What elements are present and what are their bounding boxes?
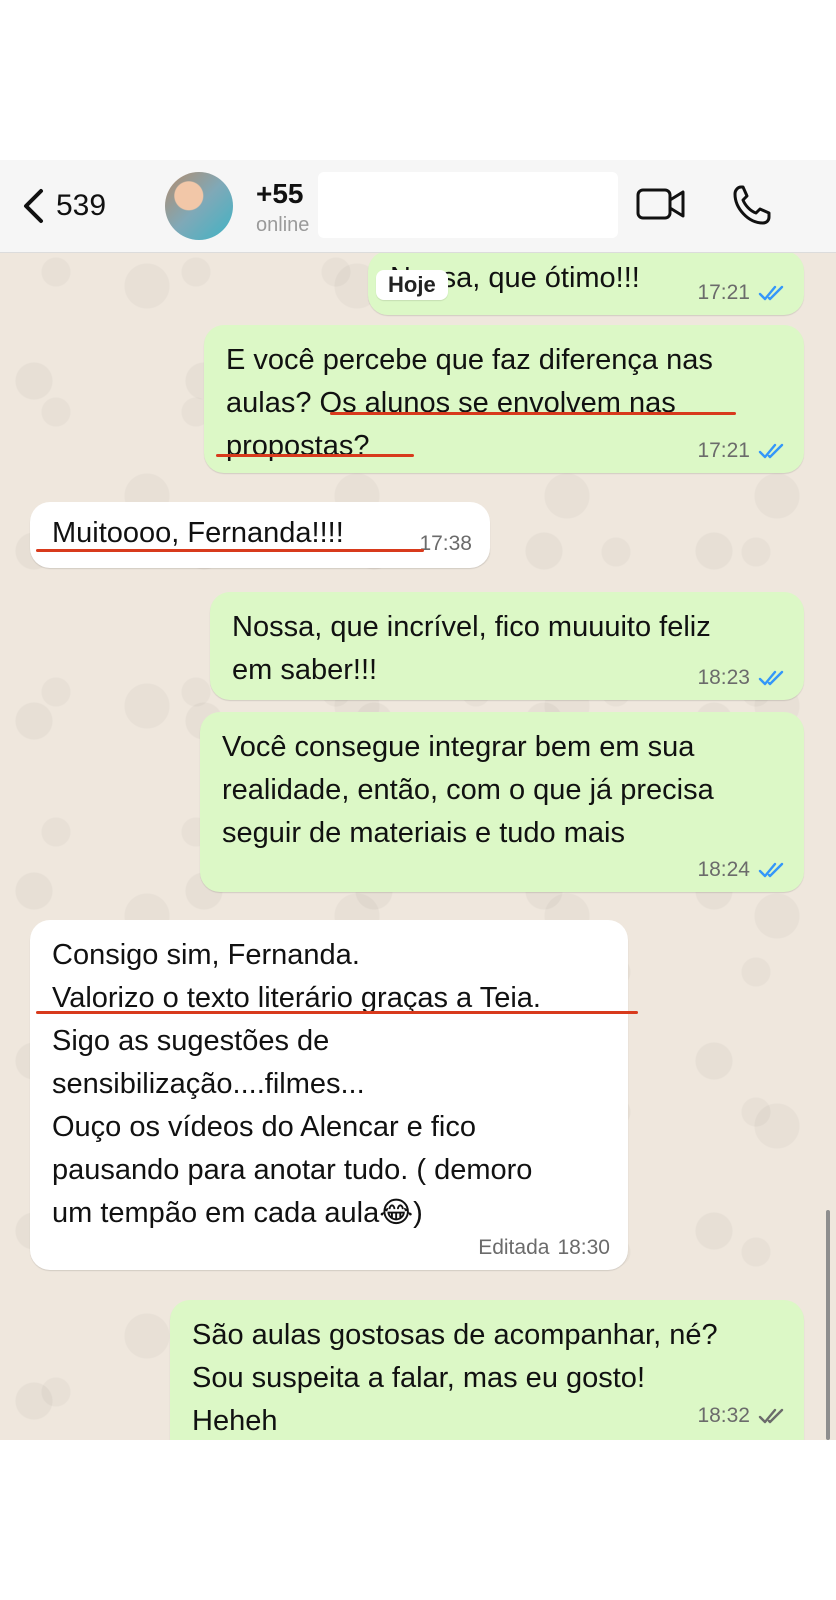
- back-button[interactable]: 539: [22, 186, 106, 226]
- message-time: 18:30: [557, 1236, 610, 1259]
- message-time: 17:38: [419, 532, 472, 555]
- message-text: Consigo sim, Fernanda. Valorizo o texto …: [52, 939, 541, 1229]
- edited-label: Editada: [478, 1236, 550, 1259]
- message-meta: 18:23: [697, 666, 786, 690]
- double-check-icon: [758, 670, 784, 686]
- scrollbar[interactable]: [826, 1210, 830, 1440]
- message-meta: 18:24: [697, 858, 786, 882]
- double-check-icon: [758, 1408, 784, 1424]
- message-meta: 17:21: [697, 439, 786, 463]
- message-time: 18:24: [697, 858, 750, 881]
- double-check-icon: [758, 443, 784, 459]
- message-bubble-outgoing[interactable]: E você percebe que faz diferença nas aul…: [204, 325, 804, 473]
- message-time: 17:21: [697, 281, 750, 304]
- message-time: 18:32: [697, 1404, 750, 1427]
- message-time: 17:21: [697, 439, 750, 462]
- unread-count: 539: [56, 189, 107, 222]
- message-meta: 18:32: [697, 1404, 786, 1428]
- message-meta: Editada 18:30: [478, 1236, 610, 1260]
- message-text: Você consegue integrar bem em sua realid…: [222, 731, 714, 849]
- video-camera-icon: [636, 188, 685, 220]
- message-bubble-outgoing[interactable]: Nossa, que incrível, fico muuuito feliz …: [210, 592, 804, 700]
- phone-icon: [733, 185, 771, 225]
- message-bubble-incoming[interactable]: Consigo sim, Fernanda. Valorizo o texto …: [30, 920, 628, 1270]
- message-text: São aulas gostosas de acompanhar, né? So…: [192, 1319, 718, 1437]
- annotation-underline: [216, 454, 414, 457]
- message-bubble-outgoing[interactable]: São aulas gostosas de acompanhar, né? So…: [170, 1300, 804, 1440]
- redaction-box: [318, 172, 618, 238]
- contact-name[interactable]: +55: [256, 178, 304, 210]
- annotation-underline: [330, 412, 736, 415]
- contact-status: online: [256, 214, 310, 236]
- double-check-icon: [758, 862, 784, 878]
- chat-header: 539 +55 online: [0, 160, 836, 253]
- chat-screen: 539 +55 online Hoje Nossa, que ótimo!!! …: [0, 160, 836, 1440]
- double-check-icon: [758, 285, 784, 301]
- annotation-underline: [36, 549, 424, 552]
- message-meta: 17:21: [697, 281, 786, 305]
- message-time: 18:23: [697, 666, 750, 689]
- message-bubble-outgoing[interactable]: Você consegue integrar bem em sua realid…: [200, 712, 804, 892]
- chevron-left-icon: [24, 189, 43, 223]
- message-meta: 17:38: [419, 532, 472, 556]
- voice-call-button[interactable]: [732, 184, 772, 231]
- date-separator: Hoje: [376, 270, 448, 300]
- annotation-underline: [36, 1011, 638, 1014]
- video-call-button[interactable]: [636, 186, 686, 227]
- message-bubble-incoming[interactable]: Muitoooo, Fernanda!!!! 17:38: [30, 502, 490, 568]
- avatar[interactable]: [165, 172, 233, 240]
